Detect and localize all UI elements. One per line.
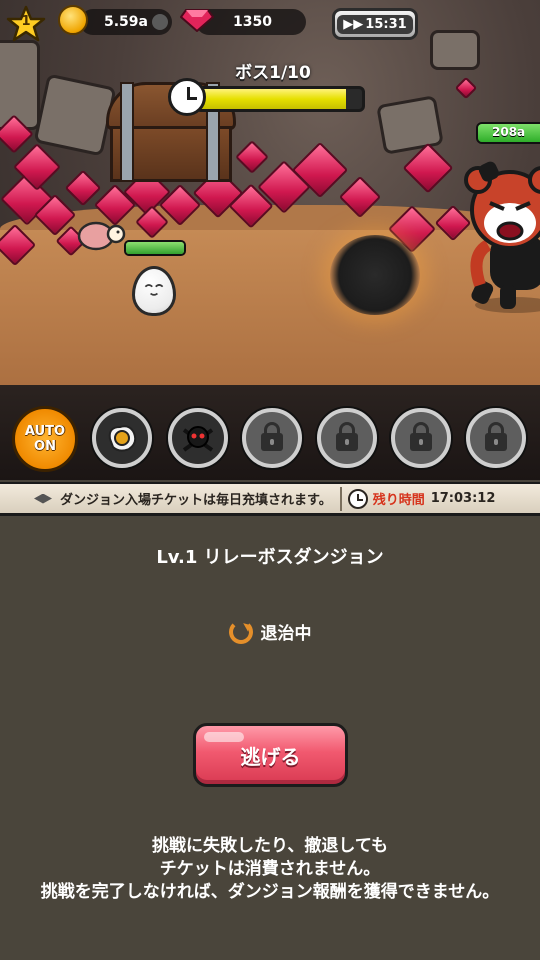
auto-toggle-button[interactable]: AUTO ON <box>12 406 78 472</box>
diamond-icon <box>34 493 52 504</box>
cave-rock <box>0 40 40 130</box>
gold-coin-icon <box>58 5 88 35</box>
lock-icon <box>485 422 507 451</box>
ticket-info-strip: ダンジョン入場チケットは毎日充填されます。 残り時間 17:03:12 <box>0 482 540 516</box>
fast-forward-icon: ▶▶ <box>343 16 364 32</box>
game-scene: 1 5.59a 1350 ▶▶ 15:31 ボス1/10 208a AUTO O… <box>0 0 540 480</box>
hero-hp-bar <box>124 240 186 256</box>
flee-button[interactable]: 逃げる <box>193 723 348 787</box>
turtle-pet <box>77 221 126 251</box>
skill-bar: AUTO ON <box>0 400 540 478</box>
notice-line: 挑戦を完了しなければ、ダンジョン報酬を獲得できません。 <box>40 882 500 902</box>
boss-timer-fill <box>198 89 346 109</box>
skill-slot-egg[interactable] <box>92 408 152 468</box>
dungeon-notice: 挑戦に失敗したり、撤退しても チケットは消費されません。 挑戦を完了しなければ、… <box>10 835 530 904</box>
cave-floor <box>0 230 540 410</box>
add-gold-icon[interactable] <box>152 14 168 30</box>
red-panda-boss <box>464 161 540 313</box>
auto-state: ON <box>34 439 56 454</box>
skill-slot-skull[interactable] <box>168 408 228 468</box>
lock-icon <box>261 422 283 451</box>
divider <box>339 486 342 511</box>
lock-icon <box>336 422 358 451</box>
boss-timer-bar <box>195 86 365 112</box>
fast-forward-button[interactable]: ▶▶ 15:31 <box>332 8 418 40</box>
attack-smoke <box>330 235 420 315</box>
player-level: 1 <box>21 14 31 29</box>
clock-icon <box>168 78 206 116</box>
battle-status-label: 退治中 <box>260 624 312 644</box>
notice-line: チケットは消費されません。 <box>159 859 381 879</box>
skill-slot-locked[interactable] <box>242 408 302 468</box>
dungeon-title: Lv.1 リレーボスダンジョン <box>156 547 384 568</box>
skill-slot-locked[interactable] <box>317 408 377 468</box>
dungeon-panel: Lv.1 リレーボスダンジョン 退治中 逃げる 挑戦に失敗したり、撤退しても チ… <box>0 517 540 960</box>
timer-icon <box>347 488 368 509</box>
fried-egg-icon <box>108 425 137 452</box>
skill-slot-locked[interactable] <box>391 408 451 468</box>
auto-label: AUTO <box>24 424 66 439</box>
flee-button-label: 逃げる <box>240 744 301 769</box>
enemy-hp-label: 208a <box>492 125 526 139</box>
lock-icon <box>410 422 432 451</box>
notice-line: 挑戦に失敗したり、撤退しても <box>152 836 388 856</box>
skill-slot-locked[interactable] <box>466 408 526 468</box>
remaining-time: 17:03:12 <box>430 491 496 506</box>
gold-amount: 5.59a <box>104 14 148 30</box>
ruby-amount: 1350 <box>233 14 272 30</box>
ruby-icon <box>180 9 214 32</box>
refresh-icon <box>228 619 253 644</box>
boss-progress-title: ボス1/10 <box>235 63 311 83</box>
cave-rock <box>33 73 117 157</box>
ticket-message: ダンジョン入場チケットは毎日充填されます。 <box>60 493 332 508</box>
cave-rock <box>376 95 444 155</box>
egg-hero <box>132 266 176 316</box>
skull-icon <box>182 426 214 452</box>
remaining-label: 残り時間 <box>372 493 425 508</box>
cave-rock <box>430 30 480 70</box>
speed-timer: 15:31 <box>365 16 407 32</box>
battle-status: 退治中 <box>0 619 540 644</box>
enemy-hp-bar: 208a <box>476 122 540 144</box>
gold-counter: 5.59a <box>80 9 172 35</box>
